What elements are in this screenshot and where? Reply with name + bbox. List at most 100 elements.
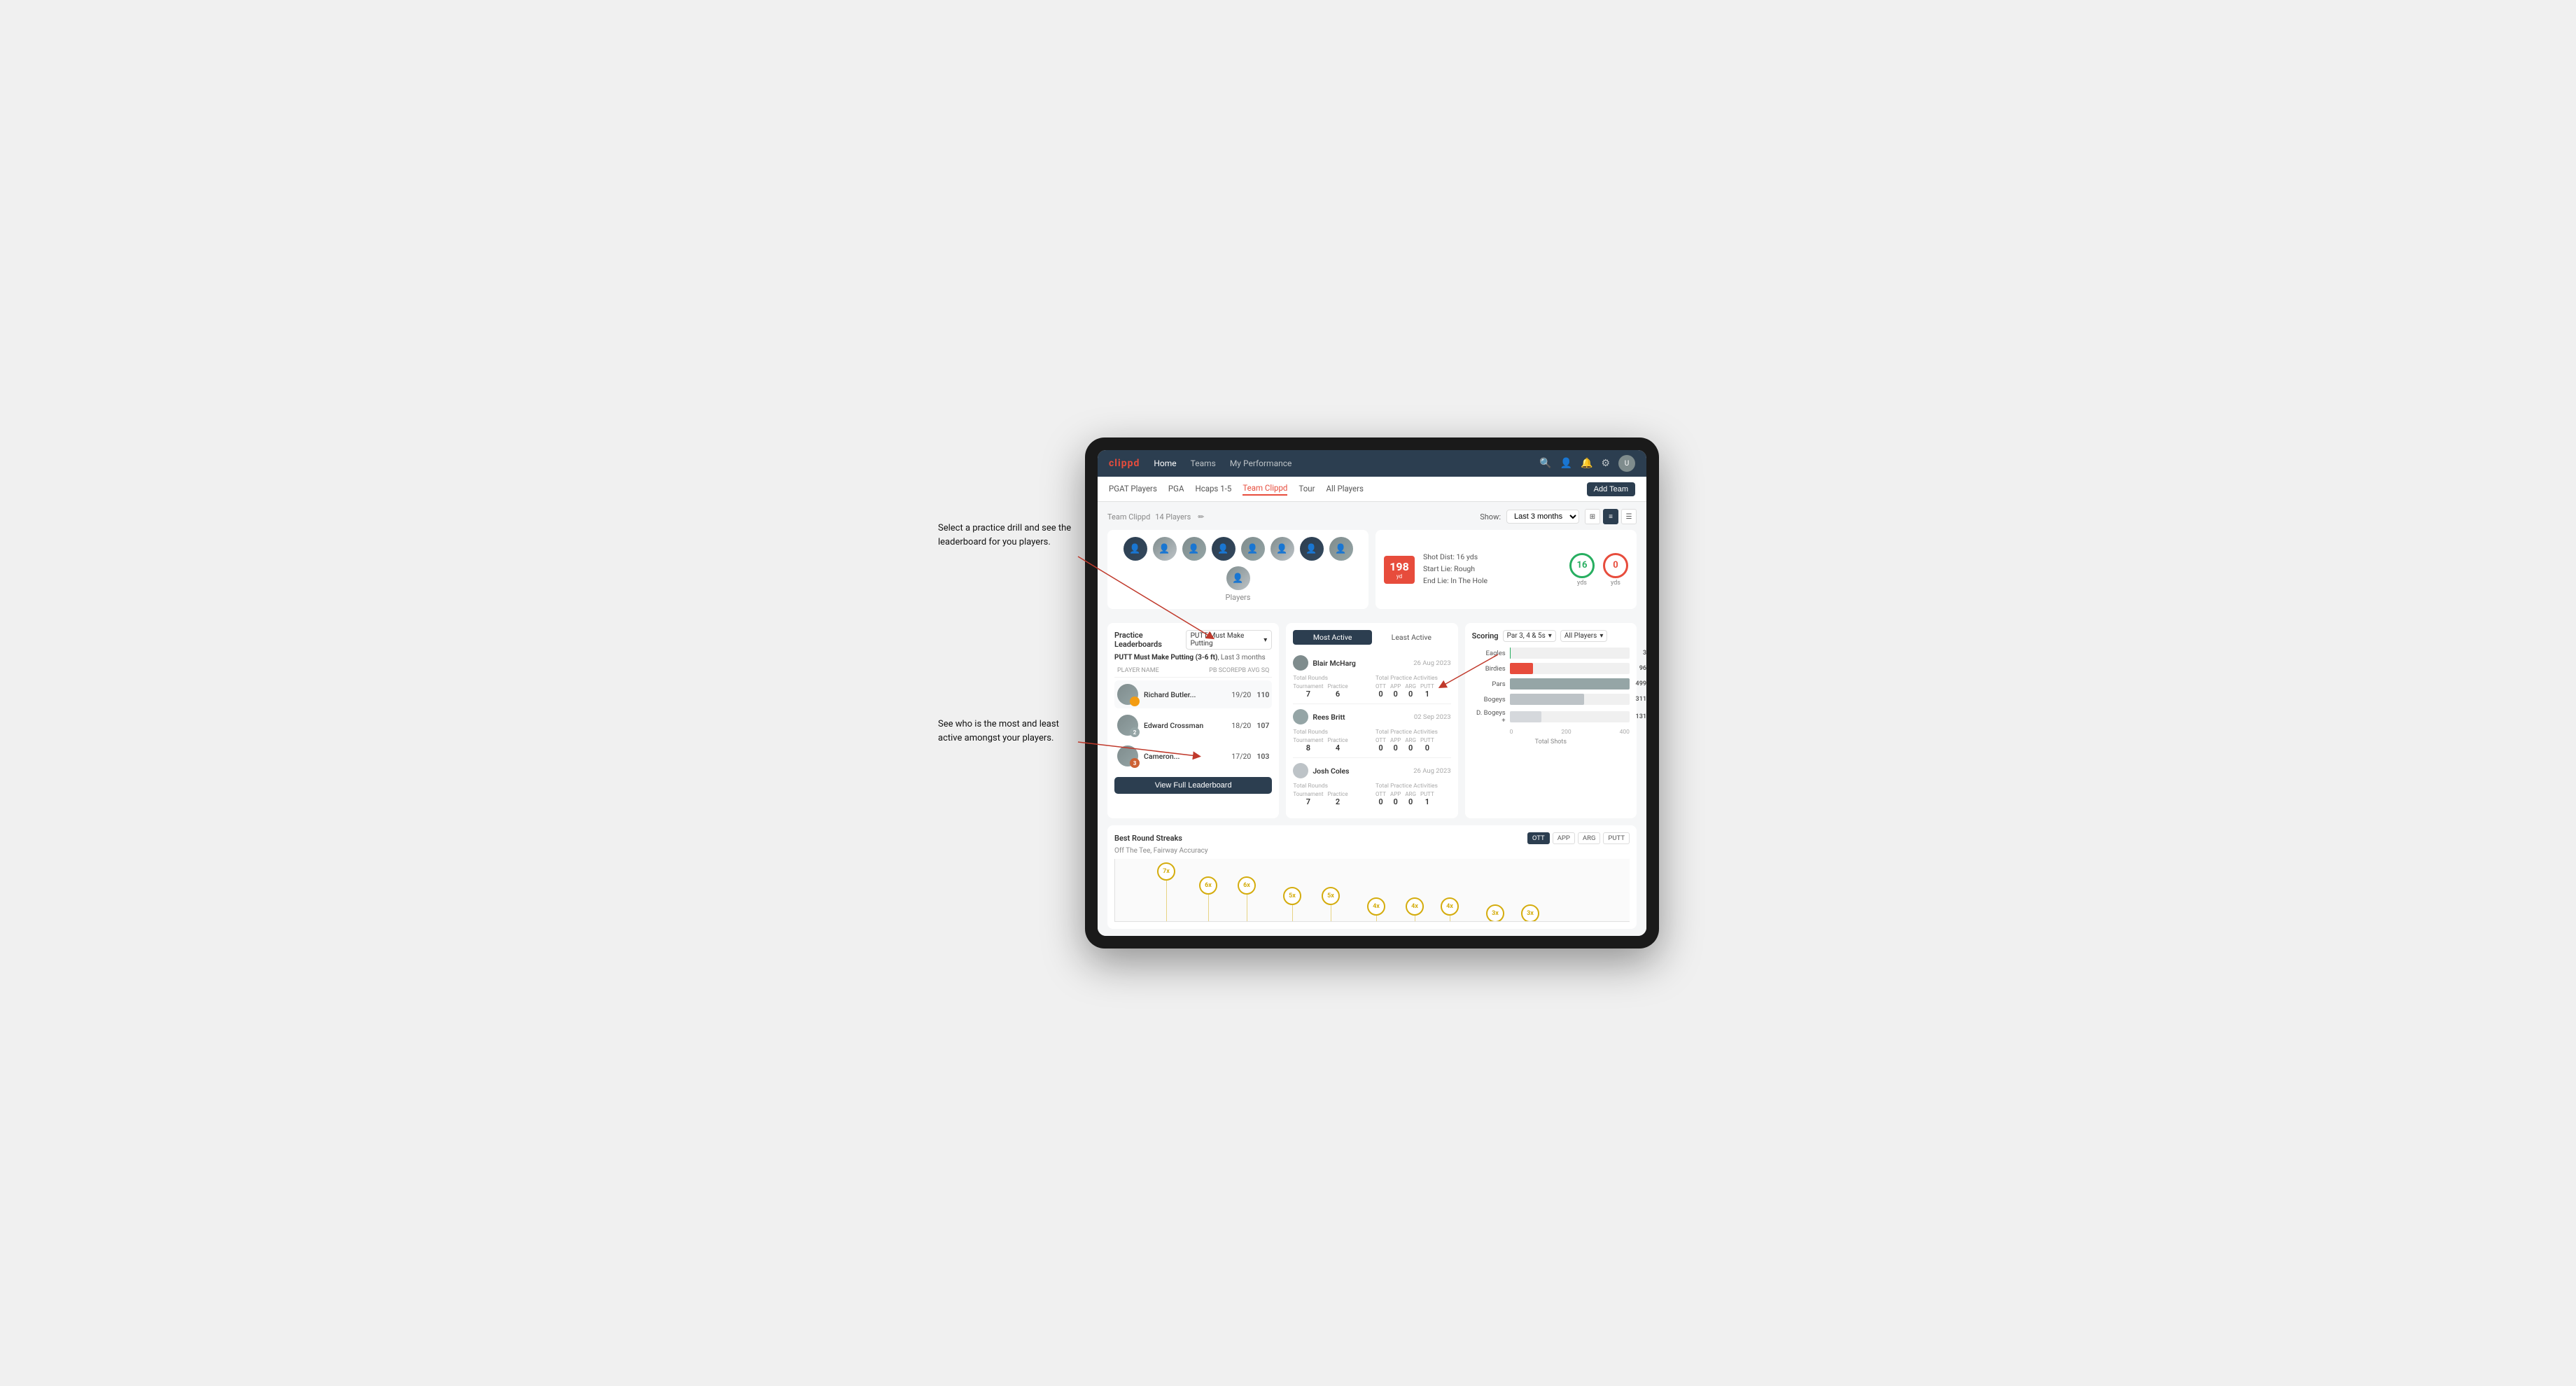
streak-line <box>1376 916 1377 922</box>
streak-dot: 4x <box>1441 897 1459 916</box>
streak-dot-container: 3x <box>1521 904 1539 922</box>
streaks-tab-app[interactable]: APP <box>1553 832 1575 844</box>
leaderboard-row-2: 2 Edward Crossman 18/20 107 <box>1114 711 1272 739</box>
table-view-icon[interactable]: ☰ <box>1621 509 1637 524</box>
col-pb-score: PB SCORE <box>1209 667 1238 674</box>
streak-dot-container: 4x <box>1367 897 1385 922</box>
player-avatar[interactable]: 👤 <box>1153 537 1177 561</box>
avatar[interactable]: U <box>1618 455 1635 472</box>
chart-value: 96 <box>1639 665 1646 672</box>
streaks-tab-arg[interactable]: ARG <box>1578 832 1601 844</box>
streak-dot: 7x <box>1157 862 1175 881</box>
player-avatar-1[interactable] <box>1117 684 1138 705</box>
players-row: 👤 👤 👤 👤 👤 👤 👤 👤 👤 Players <box>1107 530 1368 609</box>
streaks-title: Best Round Streaks <box>1114 834 1182 843</box>
chart-bar <box>1510 663 1533 674</box>
streak-dot: 3x <box>1521 904 1539 922</box>
player-avatar-2[interactable]: 2 <box>1117 715 1138 736</box>
activity-item-3: Josh Coles 26 Aug 2023 Total Rounds Tour… <box>1293 758 1450 811</box>
streak-dot: 4x <box>1406 897 1424 916</box>
activity-date-2: 02 Sep 2023 <box>1414 713 1451 721</box>
streaks-tab-ott[interactable]: OTT <box>1527 832 1550 844</box>
nav-teams[interactable]: Teams <box>1191 458 1216 468</box>
bell-icon[interactable]: 🔔 <box>1581 458 1592 469</box>
chart-label: D. Bogeys + <box>1472 709 1506 724</box>
subnav-allplayers[interactable]: All Players <box>1326 484 1364 495</box>
subnav-teamclippd[interactable]: Team Clippd <box>1242 483 1287 496</box>
settings-icon[interactable]: ⚙ <box>1601 458 1610 469</box>
chart-row-eagles: Eagles 3 <box>1472 648 1630 659</box>
streak-dot: 6x <box>1238 876 1256 895</box>
chart-row-d.-bogeys-+: D. Bogeys + 131 <box>1472 709 1630 724</box>
grid-view-icon[interactable]: ⊞ <box>1585 509 1600 524</box>
chart-label: Birdies <box>1472 665 1506 673</box>
silver-badge: 2 <box>1130 727 1140 737</box>
nav-myperformance[interactable]: My Performance <box>1230 458 1292 468</box>
chart-bar <box>1510 711 1541 722</box>
show-dropdown[interactable]: Last 3 months Last 6 months Last year <box>1506 510 1579 524</box>
subnav-hcaps[interactable]: Hcaps 1-5 <box>1195 484 1231 495</box>
leaderboard-row-1: Richard Butler... 19/20 110 <box>1114 680 1272 708</box>
practice-activities-1: Total Practice Activities OTT0 APP0 ARG0… <box>1376 675 1451 699</box>
player-avatar-3[interactable]: 3 <box>1117 746 1138 766</box>
practice-leaderboards-card: Practice Leaderboards PUTT Must Make Put… <box>1107 623 1279 818</box>
streaks-tab-putt[interactable]: PUTT <box>1603 832 1630 844</box>
subnav-tour[interactable]: Tour <box>1298 484 1315 495</box>
leaderboards-title: Practice Leaderboards <box>1114 631 1186 649</box>
search-icon[interactable]: 🔍 <box>1539 458 1551 469</box>
team-title: Team Clippd 14 Players <box>1107 512 1191 522</box>
streak-dot: 6x <box>1199 876 1217 895</box>
edit-icon[interactable]: ✏ <box>1198 512 1204 522</box>
chart-bar-bg: 96 <box>1510 663 1630 674</box>
streak-dot: 3x <box>1486 904 1504 922</box>
chart-row-bogeys: Bogeys 311 <box>1472 694 1630 705</box>
streak-line <box>1208 895 1209 922</box>
chart-label: Pars <box>1472 680 1506 688</box>
activity-avatar-3 <box>1293 763 1308 778</box>
scoring-card: Scoring Par 3, 4 & 5s ▾ All Players ▾ Ea… <box>1465 623 1637 818</box>
list-view-icon[interactable]: ≡ <box>1603 509 1618 524</box>
chart-row-birdies: Birdies 96 <box>1472 663 1630 674</box>
total-rounds-1: Total Rounds Tournament 7 Practice <box>1293 675 1368 699</box>
streak-dot: 4x <box>1367 897 1385 916</box>
activity-card: Most Active Least Active Blair McHarg 26… <box>1286 623 1457 818</box>
player-avatar[interactable]: 👤 <box>1212 537 1236 561</box>
add-team-button[interactable]: Add Team <box>1587 482 1635 496</box>
activity-date-1: 26 Aug 2023 <box>1413 659 1450 667</box>
streaks-subtitle: Off The Tee, Fairway Accuracy <box>1114 847 1630 855</box>
scoring-player-filter[interactable]: All Players ▾ <box>1560 630 1608 642</box>
drill-dropdown[interactable]: PUTT Must Make Putting ▾ <box>1186 630 1273 650</box>
scoring-par-filter[interactable]: Par 3, 4 & 5s ▾ <box>1503 630 1556 642</box>
player-avatar[interactable]: 👤 <box>1329 537 1353 561</box>
tab-least-active[interactable]: Least Active <box>1372 630 1451 645</box>
player-avatar[interactable]: 👤 <box>1226 566 1250 590</box>
player-avatar[interactable]: 👤 <box>1241 537 1265 561</box>
streak-dot-container: 6x <box>1238 876 1256 922</box>
player-avatar[interactable]: 👤 <box>1124 537 1147 561</box>
top-navigation: clippd Home Teams My Performance 🔍 👤 🔔 ⚙… <box>1098 450 1646 477</box>
nav-home[interactable]: Home <box>1154 458 1176 468</box>
streak-dot-container: 7x <box>1157 862 1175 922</box>
chart-bar <box>1510 678 1630 690</box>
streak-dot-container: 3x <box>1486 904 1504 922</box>
activity-item-2: Rees Britt 02 Sep 2023 Total Rounds Tour… <box>1293 704 1450 758</box>
streak-line <box>1166 881 1167 922</box>
annotation-bottom-left: See who is the most and least active amo… <box>938 718 1078 745</box>
player-avatar[interactable]: 👤 <box>1270 537 1294 561</box>
player-avatar[interactable]: 👤 <box>1300 537 1324 561</box>
player-avatar[interactable]: 👤 <box>1182 537 1206 561</box>
subnav-pgat[interactable]: PGAT Players <box>1109 484 1157 495</box>
chart-bar-bg: 3 <box>1510 648 1630 659</box>
practice-activities-2: Total Practice Activities OTT0 APP0 ARG0… <box>1376 729 1451 752</box>
annotation-top-left: Select a practice drill and see the lead… <box>938 522 1078 549</box>
subnav-pga[interactable]: PGA <box>1168 484 1184 495</box>
streak-dot: 5x <box>1283 887 1301 905</box>
chart-bar-bg: 499 <box>1510 678 1630 690</box>
person-icon[interactable]: 👤 <box>1560 458 1572 469</box>
activity-item-1: Blair McHarg 26 Aug 2023 Total Rounds To… <box>1293 650 1450 704</box>
chart-value: 3 <box>1643 650 1646 657</box>
view-full-leaderboard-button[interactable]: View Full Leaderboard <box>1114 777 1272 794</box>
streak-dot-container: 5x <box>1283 887 1301 922</box>
tab-most-active[interactable]: Most Active <box>1293 630 1372 645</box>
activity-name-3: Josh Coles <box>1312 766 1409 776</box>
